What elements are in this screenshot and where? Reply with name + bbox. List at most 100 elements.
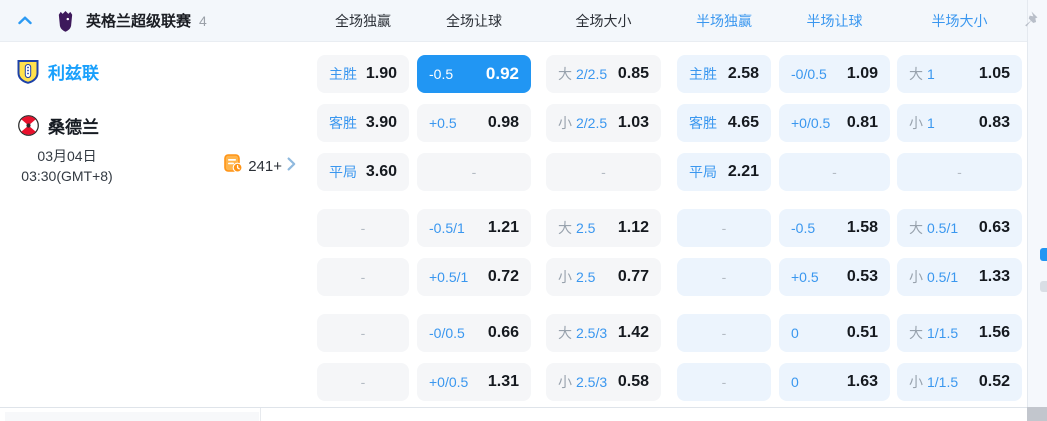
line-label: 1 bbox=[927, 115, 935, 131]
odds-group: 主胜 1.90 -0.5 0.92 大 2/2.5 0.85 主胜 2.58 -0/0.5 1.09… bbox=[310, 55, 1022, 191]
league-header: 英格兰超级联赛 4 全场独赢 全场让球 全场大小 半场独赢 半场让球 半场大小 bbox=[0, 0, 1047, 42]
over-under-prefix: 大 bbox=[909, 66, 923, 82]
odds-cell[interactable]: +0/0.5 1.31 bbox=[417, 363, 531, 401]
odds-cell[interactable]: 小 2/2.5 1.03 bbox=[546, 104, 661, 142]
odds-groups: 主胜 1.90 -0.5 0.92 大 2/2.5 0.85 主胜 2.58 -0/0.5 1.09… bbox=[310, 55, 1022, 401]
line-label: 0.5/1 bbox=[927, 269, 959, 285]
line-label: +0.5/1 bbox=[429, 269, 469, 285]
odds-label: 大1 bbox=[909, 64, 935, 84]
odds-cell[interactable]: 大 0.5/1 0.63 bbox=[897, 209, 1022, 247]
odds-cell[interactable]: 大 2.5 1.12 bbox=[546, 209, 661, 247]
odds-cell[interactable]: 平局 3.60 bbox=[317, 153, 409, 191]
line-label: -0/0.5 bbox=[791, 66, 827, 82]
dash: - bbox=[360, 374, 366, 390]
more-markets-button[interactable]: 241+ bbox=[224, 154, 296, 178]
odds-value: 0.66 bbox=[487, 324, 519, 341]
collapse-button[interactable] bbox=[15, 11, 35, 31]
odds-value: 0.81 bbox=[846, 114, 878, 131]
home-team-row[interactable]: 利兹联 bbox=[16, 59, 99, 84]
odds-value: 1.21 bbox=[487, 219, 519, 236]
next-section-partial bbox=[5, 412, 259, 421]
dash: - bbox=[721, 374, 727, 390]
section-divider bbox=[0, 407, 1027, 408]
away-team-badge-icon bbox=[16, 115, 40, 136]
odds-group: - -0/0.5 0.66 大 2.5/3 1.42 - 0 0.51 大 1/1.5 1.56 - +0… bbox=[310, 314, 1022, 401]
dash: - bbox=[601, 164, 606, 180]
line-label: -0/0.5 bbox=[429, 325, 465, 341]
odds-label: 客胜 bbox=[689, 113, 717, 133]
column-header-halftime-handicap: 半场让球 bbox=[806, 12, 863, 29]
odds-row: - +0.5/1 0.72 小 2.5 0.77- +0.5 0.53 小 0.5/1 1.33 bbox=[310, 258, 1022, 296]
chevron-right-icon bbox=[287, 157, 296, 176]
odds-cell-empty: - bbox=[677, 258, 771, 296]
odds-cell[interactable]: 客胜 3.90 bbox=[317, 104, 409, 142]
dash: - bbox=[721, 325, 727, 341]
odds-label: 平局 bbox=[329, 162, 357, 182]
over-under-prefix: 大 bbox=[909, 325, 923, 341]
column-header-halftime-overunder: 半场大小 bbox=[931, 12, 988, 29]
odds-cell[interactable]: 主胜 1.90 bbox=[317, 55, 409, 93]
odds-row: - -0/0.5 0.66 大 2.5/3 1.42-0 0.51 大 1/1.5 1.56 bbox=[310, 314, 1022, 352]
odds-row: 主胜 1.90 -0.5 0.92 大 2/2.5 0.85 主胜 2.58 -0/0.5 1.09… bbox=[310, 55, 1022, 93]
line-label: 2.5/3 bbox=[576, 374, 608, 390]
odds-cell[interactable]: 平局 2.21 bbox=[677, 153, 771, 191]
home-team-name: 利兹联 bbox=[48, 64, 99, 83]
odds-label: 0 bbox=[791, 325, 799, 341]
over-under-prefix: 小 bbox=[558, 374, 572, 390]
odds-cell[interactable]: 大 2/2.5 0.85 bbox=[546, 55, 661, 93]
away-team-name: 桑德兰 bbox=[48, 118, 99, 137]
line-label: -0.5/1 bbox=[429, 220, 465, 236]
odds-cell[interactable]: 小 1 0.83 bbox=[897, 104, 1022, 142]
odds-cell[interactable]: 大 1/1.5 1.56 bbox=[897, 314, 1022, 352]
odds-cell-empty: - bbox=[677, 314, 771, 352]
odds-cell[interactable]: 主胜 2.58 bbox=[677, 55, 771, 93]
odds-cell[interactable]: -0.5 0.92 bbox=[417, 55, 531, 93]
rail-partial-icon bbox=[1040, 248, 1047, 261]
odds-label: 小 1/1.5 bbox=[909, 372, 958, 392]
match-time: 03:30(GMT+8) bbox=[21, 168, 113, 184]
odds-cell[interactable]: 客胜 4.65 bbox=[677, 104, 771, 142]
odds-cell[interactable]: 小 1/1.5 0.52 bbox=[897, 363, 1022, 401]
line-label: +0/0.5 bbox=[791, 115, 831, 131]
line-label: 平局 bbox=[329, 164, 357, 180]
line-label: 1/1.5 bbox=[927, 325, 959, 341]
odds-label: 小 2.5/3 bbox=[558, 372, 607, 392]
odds-cell[interactable]: +0.5 0.98 bbox=[417, 104, 531, 142]
pin-button[interactable] bbox=[1019, 9, 1041, 31]
odds-cell-empty: - bbox=[546, 153, 661, 191]
odds-value: 1.33 bbox=[978, 268, 1010, 285]
odds-cell[interactable]: 0 0.51 bbox=[779, 314, 890, 352]
odds-value: 1.05 bbox=[978, 65, 1010, 82]
odds-value: 4.65 bbox=[727, 114, 759, 131]
line-label: 平局 bbox=[689, 164, 717, 180]
odds-cell[interactable]: +0/0.5 0.81 bbox=[779, 104, 890, 142]
odds-cell[interactable]: +0.5/1 0.72 bbox=[417, 258, 531, 296]
odds-cell[interactable]: 大 1 1.05 bbox=[897, 55, 1022, 93]
dash: - bbox=[721, 220, 727, 236]
odds-label: 平局 bbox=[689, 162, 717, 182]
odds-label: 大 2.5 bbox=[558, 218, 595, 238]
odds-value: 0.83 bbox=[978, 114, 1010, 131]
odds-cell[interactable]: -0/0.5 1.09 bbox=[779, 55, 890, 93]
dash: - bbox=[360, 269, 366, 285]
odds-value: 1.31 bbox=[487, 373, 519, 390]
odds-label: 大 2.5/3 bbox=[558, 323, 607, 343]
odds-cell[interactable]: 小 2.5/3 0.58 bbox=[546, 363, 661, 401]
odds-label: 0 bbox=[791, 374, 799, 390]
odds-cell[interactable]: +0.5 0.53 bbox=[779, 258, 890, 296]
odds-value: 0.92 bbox=[485, 64, 519, 83]
odds-cell[interactable]: -0.5 1.58 bbox=[779, 209, 890, 247]
odds-cell[interactable]: -0/0.5 0.66 bbox=[417, 314, 531, 352]
odds-cell[interactable]: 0 1.63 bbox=[779, 363, 890, 401]
odds-group: - -0.5/1 1.21 大 2.5 1.12- -0.5 1.58 大 0.5/1 0.63- +… bbox=[310, 209, 1022, 296]
match-info: 利兹联 桑德兰 03月04日 03:30(GMT+8) 241+ bbox=[0, 42, 310, 242]
odds-cell[interactable]: -0.5/1 1.21 bbox=[417, 209, 531, 247]
odds-value: 0.58 bbox=[617, 373, 649, 390]
odds-cell[interactable]: 小 2.5 0.77 bbox=[546, 258, 661, 296]
odds-cell-empty: - bbox=[317, 258, 409, 296]
odds-label: 客胜 bbox=[329, 113, 357, 133]
away-team-row[interactable]: 桑德兰 bbox=[16, 113, 99, 138]
odds-cell[interactable]: 小 0.5/1 1.33 bbox=[897, 258, 1022, 296]
odds-cell[interactable]: 大 2.5/3 1.42 bbox=[546, 314, 661, 352]
league-header-left: 英格兰超级联赛 4 bbox=[0, 9, 310, 32]
